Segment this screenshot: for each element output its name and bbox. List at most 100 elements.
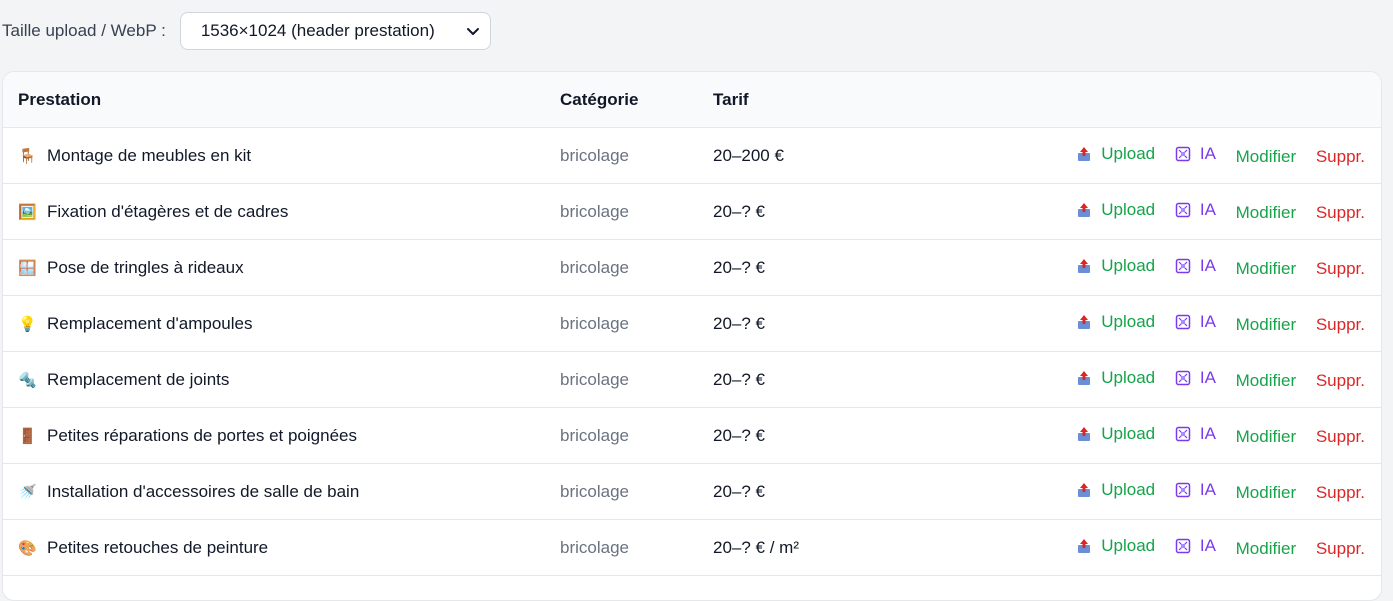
prestations-table-card: Prestation Catégorie Tarif 🪑 Montage de m… <box>2 71 1382 601</box>
image-generate-icon <box>1175 426 1191 442</box>
delete-label: Suppr. <box>1315 259 1365 278</box>
upload-label: Upload <box>1101 368 1156 387</box>
delete-label: Suppr. <box>1315 483 1365 502</box>
actions-cell: Upload IA Modifier Suppr. <box>1013 127 1381 184</box>
edit-button[interactable]: Modifier <box>1236 483 1296 503</box>
upload-button[interactable]: Upload <box>1076 536 1155 556</box>
category-cell: bricolage <box>560 183 713 240</box>
upload-button[interactable]: Upload <box>1076 480 1155 500</box>
delete-label: Suppr. <box>1315 315 1365 334</box>
category-cell: bricolage <box>560 407 713 464</box>
image-generate-icon <box>1175 146 1191 162</box>
upload-size-select[interactable]: 1536×1024 (header prestation) <box>179 12 491 50</box>
edit-button[interactable]: Modifier <box>1236 259 1296 279</box>
upload-button[interactable]: Upload <box>1076 200 1155 220</box>
upload-button[interactable]: Upload <box>1076 368 1155 388</box>
tarif-cell: 20–200 € <box>713 127 1013 184</box>
chevron-down-icon <box>466 28 479 35</box>
actions-cell: Upload IA Modifier Suppr. <box>1013 463 1381 520</box>
delete-button[interactable]: Suppr. <box>1316 483 1365 503</box>
actions-cell: Upload IA Modifier Suppr. <box>1013 295 1381 352</box>
table-row: 🚪 Petites réparations de portes et poigné… <box>3 407 1381 464</box>
edit-button[interactable]: Modifier <box>1236 427 1296 447</box>
delete-button[interactable]: Suppr. <box>1316 539 1365 559</box>
ia-button[interactable]: IA <box>1175 312 1216 332</box>
category-cell: bricolage <box>560 239 713 296</box>
image-generate-icon <box>1175 258 1191 274</box>
upload-size-label: Taille upload / WebP : <box>2 21 166 40</box>
upload-box-icon <box>1078 483 1091 497</box>
edit-button[interactable]: Modifier <box>1236 147 1296 167</box>
edit-button[interactable]: Modifier <box>1236 539 1296 559</box>
tarif-cell: 20–? € <box>713 351 1013 408</box>
table-header-row: Prestation Catégorie Tarif <box>3 72 1381 128</box>
upload-button[interactable]: Upload <box>1076 144 1155 164</box>
ia-button[interactable]: IA <box>1175 480 1216 500</box>
prestation-emoji-icon: 🔩 <box>18 371 37 389</box>
table-row: 🪑 Montage de meubles en kit bricolage 20–… <box>3 127 1381 184</box>
category-cell: bricolage <box>560 519 713 576</box>
upload-button[interactable]: Upload <box>1076 312 1155 332</box>
prestation-cell: 💡 Remplacement d'ampoules <box>3 295 560 352</box>
tarif-cell: 20–? € <box>713 463 1013 520</box>
prestation-cell: 🪑 Montage de meubles en kit <box>3 127 560 184</box>
ia-button[interactable]: IA <box>1175 424 1216 444</box>
ia-button[interactable]: IA <box>1175 144 1216 164</box>
image-generate-icon <box>1175 370 1191 386</box>
edit-label: Modifier <box>1235 259 1297 278</box>
prestation-cell: 🚿 Installation d'accessoires de salle de … <box>3 463 560 520</box>
actions-cell: Upload IA Modifier Suppr. <box>1013 239 1381 296</box>
actions-cell: Upload IA Modifier Suppr. <box>1013 183 1381 240</box>
upload-button[interactable]: Upload <box>1076 424 1155 444</box>
edit-label: Modifier <box>1235 315 1297 334</box>
edit-button[interactable]: Modifier <box>1236 315 1296 335</box>
category-cell: bricolage <box>560 295 713 352</box>
tarif-cell: 20–? € <box>713 295 1013 352</box>
edit-label: Modifier <box>1235 539 1297 558</box>
category-cell: bricolage <box>560 351 713 408</box>
delete-button[interactable]: Suppr. <box>1316 203 1365 223</box>
prestation-cell: 🪟 Pose de tringles à rideaux <box>3 239 560 296</box>
prestation-name: Fixation d'étagères et de cadres <box>47 201 289 221</box>
delete-label: Suppr. <box>1315 427 1365 446</box>
delete-button[interactable]: Suppr. <box>1316 259 1365 279</box>
upload-size-toolbar: Taille upload / WebP : 1536×1024 (header… <box>2 11 491 51</box>
upload-box-icon <box>1078 203 1091 217</box>
ia-label: IA <box>1199 536 1216 555</box>
delete-button[interactable]: Suppr. <box>1316 315 1365 335</box>
prestation-name: Petites retouches de peinture <box>47 537 269 557</box>
actions-cell: Upload IA Modifier Suppr. <box>1013 351 1381 408</box>
table-row: 🚿 Installation d'accessoires de salle de … <box>3 463 1381 520</box>
image-generate-icon <box>1175 482 1191 498</box>
header-actions <box>1013 72 1381 128</box>
delete-label: Suppr. <box>1315 371 1365 390</box>
edit-button[interactable]: Modifier <box>1236 371 1296 391</box>
table-row: 🔩 Remplacement de joints bricolage 20–? €… <box>3 351 1381 408</box>
upload-label: Upload <box>1101 200 1156 219</box>
upload-label: Upload <box>1101 536 1156 555</box>
delete-button[interactable]: Suppr. <box>1316 427 1365 447</box>
ia-button[interactable]: IA <box>1175 256 1216 276</box>
upload-label: Upload <box>1101 480 1156 499</box>
prestation-name: Installation d'accessoires de salle de b… <box>47 481 360 501</box>
table-row: 🎨 Petites retouches de peinture bricolage… <box>3 519 1381 576</box>
ia-button[interactable]: IA <box>1175 200 1216 220</box>
ia-button[interactable]: IA <box>1175 536 1216 556</box>
image-generate-icon <box>1175 202 1191 218</box>
prestation-name: Remplacement de joints <box>47 369 230 389</box>
upload-label: Upload <box>1101 424 1156 443</box>
tarif-cell: 20–? € <box>713 407 1013 464</box>
upload-button[interactable]: Upload <box>1076 256 1155 276</box>
prestation-emoji-icon: 🖼️ <box>18 203 37 221</box>
prestation-cell: 🚪 Petites réparations de portes et poigné… <box>3 407 560 464</box>
ia-button[interactable]: IA <box>1175 368 1216 388</box>
prestations-table: Prestation Catégorie Tarif 🪑 Montage de m… <box>3 72 1381 576</box>
upload-box-icon <box>1078 259 1091 273</box>
delete-button[interactable]: Suppr. <box>1316 371 1365 391</box>
header-categorie: Catégorie <box>560 72 713 128</box>
prestation-name: Petites réparations de portes et poignée… <box>47 425 357 445</box>
upload-box-icon <box>1078 539 1091 553</box>
edit-label: Modifier <box>1235 371 1297 390</box>
edit-button[interactable]: Modifier <box>1236 203 1296 223</box>
delete-button[interactable]: Suppr. <box>1316 147 1365 167</box>
